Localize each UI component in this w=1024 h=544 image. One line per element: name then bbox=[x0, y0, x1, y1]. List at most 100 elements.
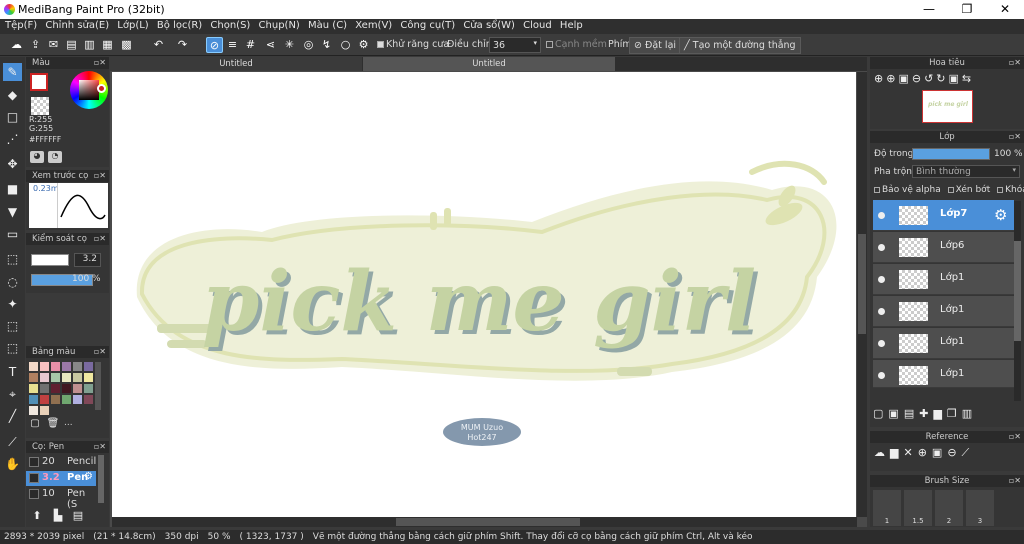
brush-size-cell[interactable]: 1 bbox=[873, 490, 901, 526]
zoom-in-icon[interactable]: ⊕ bbox=[874, 72, 886, 85]
vanish-snap-icon[interactable]: ⋖ bbox=[262, 37, 279, 53]
brush-size-cell[interactable]: 3 bbox=[966, 490, 994, 526]
duplicate-layer-icon[interactable]: ❐ bbox=[947, 407, 962, 420]
fill-rect-tool-icon[interactable]: ■ bbox=[3, 180, 22, 198]
palette-swatch[interactable] bbox=[62, 373, 71, 382]
hand-tool-icon[interactable]: ✋ bbox=[3, 455, 22, 473]
panel-close-icon[interactable]: ▫✕ bbox=[1009, 131, 1021, 143]
soften-checkbox[interactable]: Cạnh mềm bbox=[546, 39, 607, 50]
palette-swatch[interactable] bbox=[40, 362, 49, 371]
menu-view[interactable]: Xem(V) bbox=[350, 19, 392, 31]
restore-button[interactable]: ❐ bbox=[948, 0, 986, 19]
add-brush-icon[interactable]: ⬆ bbox=[29, 509, 45, 524]
clip-checkbox[interactable]: Xén bớt bbox=[947, 185, 990, 195]
panel-close-icon[interactable]: ▫✕ bbox=[94, 233, 106, 245]
eye-icon[interactable] bbox=[878, 276, 885, 283]
layer-item[interactable]: Lớp1 bbox=[873, 328, 1014, 359]
snap-off-icon[interactable]: ⊘ bbox=[206, 37, 223, 53]
layer-scrollbar[interactable] bbox=[1014, 201, 1021, 401]
protect-alpha-checkbox[interactable]: Bảo vệ alpha bbox=[874, 185, 941, 195]
fit-icon[interactable]: ▣ bbox=[932, 446, 947, 459]
panel-close-icon[interactable]: ▫✕ bbox=[1009, 57, 1021, 69]
select-pen-icon[interactable]: ⬚ bbox=[3, 317, 22, 335]
palette-swatch[interactable] bbox=[40, 373, 49, 382]
palette-swatch[interactable] bbox=[73, 384, 82, 393]
palette-swatch[interactable] bbox=[51, 373, 60, 382]
share-icon[interactable]: ⇪ bbox=[27, 37, 44, 53]
drawing-canvas[interactable]: pick me girl pick me girl MUM Uzuo Hot24… bbox=[112, 72, 856, 517]
zoom-out-icon[interactable]: ⊖ bbox=[947, 446, 961, 459]
panel-close-icon[interactable]: ▫✕ bbox=[1009, 431, 1021, 443]
menu-edit[interactable]: Chỉnh sửa(E) bbox=[40, 19, 109, 31]
brush-item[interactable]: 10 Pen (S bbox=[26, 487, 96, 510]
bucket-tool-icon[interactable]: ▼ bbox=[3, 203, 22, 221]
move-tool-icon[interactable]: ✥ bbox=[3, 155, 22, 173]
merge-layer-icon[interactable]: ▥ bbox=[962, 407, 977, 420]
open-folder-icon[interactable]: ▆ bbox=[890, 446, 903, 459]
minimize-button[interactable]: — bbox=[910, 0, 948, 19]
palette-swatch[interactable] bbox=[29, 362, 38, 371]
layer-item[interactable]: Lớp1 bbox=[873, 296, 1014, 327]
operation-tool-icon[interactable]: ⌖ bbox=[3, 385, 22, 403]
palette-swatch[interactable] bbox=[84, 373, 93, 382]
new-layer-icon[interactable]: ▢ bbox=[873, 407, 888, 420]
panel-close-icon[interactable]: ▫✕ bbox=[94, 441, 106, 453]
brush-menu-icon[interactable]: ▤ bbox=[70, 509, 86, 524]
comment-icon[interactable]: ✉ bbox=[45, 37, 62, 53]
palette-swatch[interactable] bbox=[62, 384, 71, 393]
doc-icon[interactable]: ▦ bbox=[99, 37, 116, 53]
new-halftone-layer-icon[interactable]: ▣ bbox=[888, 407, 903, 420]
palette-swatch[interactable] bbox=[40, 384, 49, 393]
dot-tool-icon[interactable]: ⋰ bbox=[3, 130, 22, 148]
eye-icon[interactable] bbox=[878, 308, 885, 315]
rotate-right-icon[interactable]: ↻ bbox=[936, 72, 948, 85]
eye-icon[interactable] bbox=[878, 244, 885, 251]
brush-item-selected[interactable]: 3.2 Pen ⚙ bbox=[26, 471, 96, 486]
palette-swatch[interactable] bbox=[73, 373, 82, 382]
layer-item[interactable]: Lớp1 bbox=[873, 264, 1014, 295]
eye-icon[interactable] bbox=[878, 340, 885, 347]
palette-scrollbar[interactable] bbox=[95, 362, 101, 410]
vertical-scroll-thumb[interactable] bbox=[858, 234, 866, 334]
color-picker-mode-icon[interactable]: ◔ bbox=[48, 151, 62, 163]
palette-swatch[interactable] bbox=[62, 395, 71, 404]
zoom-out-icon[interactable]: ⊖ bbox=[912, 72, 924, 85]
circle-snap-icon[interactable]: ◎ bbox=[300, 37, 317, 53]
grid-icon[interactable]: ▩ bbox=[118, 37, 135, 53]
page-icon[interactable]: ▥ bbox=[81, 37, 98, 53]
select-tool-icon[interactable]: ⬚ bbox=[3, 250, 22, 268]
menu-window[interactable]: Cửa sổ(W) bbox=[458, 19, 515, 31]
eye-icon[interactable] bbox=[878, 212, 885, 219]
menu-filter[interactable]: Bộ lọc(R) bbox=[152, 19, 202, 31]
zoom-in-icon[interactable]: ⊕ bbox=[918, 446, 932, 459]
palette-swatch[interactable] bbox=[62, 362, 71, 371]
tab-untitled-2[interactable]: Untitled bbox=[363, 57, 615, 71]
layer-settings-icon[interactable]: ⚙ bbox=[994, 206, 1007, 224]
note-icon[interactable]: ▤ bbox=[63, 37, 80, 53]
menu-file[interactable]: Tệp(F) bbox=[0, 19, 37, 31]
lasso-tool-icon[interactable]: ◌ bbox=[3, 273, 22, 291]
divide-tool-icon[interactable]: ╱ bbox=[3, 407, 22, 425]
brush-item[interactable]: 20 Pencil bbox=[26, 455, 96, 470]
horizontal-scrollbar[interactable] bbox=[112, 517, 857, 527]
color-square[interactable] bbox=[79, 80, 99, 100]
cloud-icon[interactable]: ☁ bbox=[8, 37, 25, 53]
panel-close-icon[interactable]: ▫✕ bbox=[1009, 475, 1021, 487]
ellipse-snap-icon[interactable]: ○ bbox=[337, 37, 354, 53]
antialias-checkbox[interactable]: Khử răng cưa bbox=[377, 39, 449, 50]
palette-swatch[interactable] bbox=[84, 384, 93, 393]
add-layer-menu-icon[interactable]: ✚ bbox=[919, 407, 933, 420]
lock-checkbox[interactable]: Khóa bbox=[997, 185, 1024, 195]
menu-cloud[interactable]: Cloud bbox=[518, 19, 552, 31]
new-8bit-layer-icon[interactable]: ▤ bbox=[904, 407, 919, 420]
brush-settings-icon[interactable]: ⚙ bbox=[84, 471, 93, 482]
brush-size-value[interactable]: 3.2 bbox=[74, 253, 101, 267]
vertical-scrollbar[interactable] bbox=[857, 72, 867, 517]
redo-icon[interactable]: ↷ bbox=[174, 37, 191, 53]
flip-icon[interactable]: ⇆ bbox=[962, 72, 974, 85]
snap-settings-icon[interactable]: ⚙ bbox=[355, 37, 372, 53]
parallel-snap-icon[interactable]: ≡ bbox=[224, 37, 241, 53]
text-tool-icon[interactable]: T bbox=[3, 363, 22, 381]
eraser-tool-icon[interactable]: ◆ bbox=[3, 86, 22, 104]
menu-snap[interactable]: Chụp(N) bbox=[254, 19, 300, 31]
